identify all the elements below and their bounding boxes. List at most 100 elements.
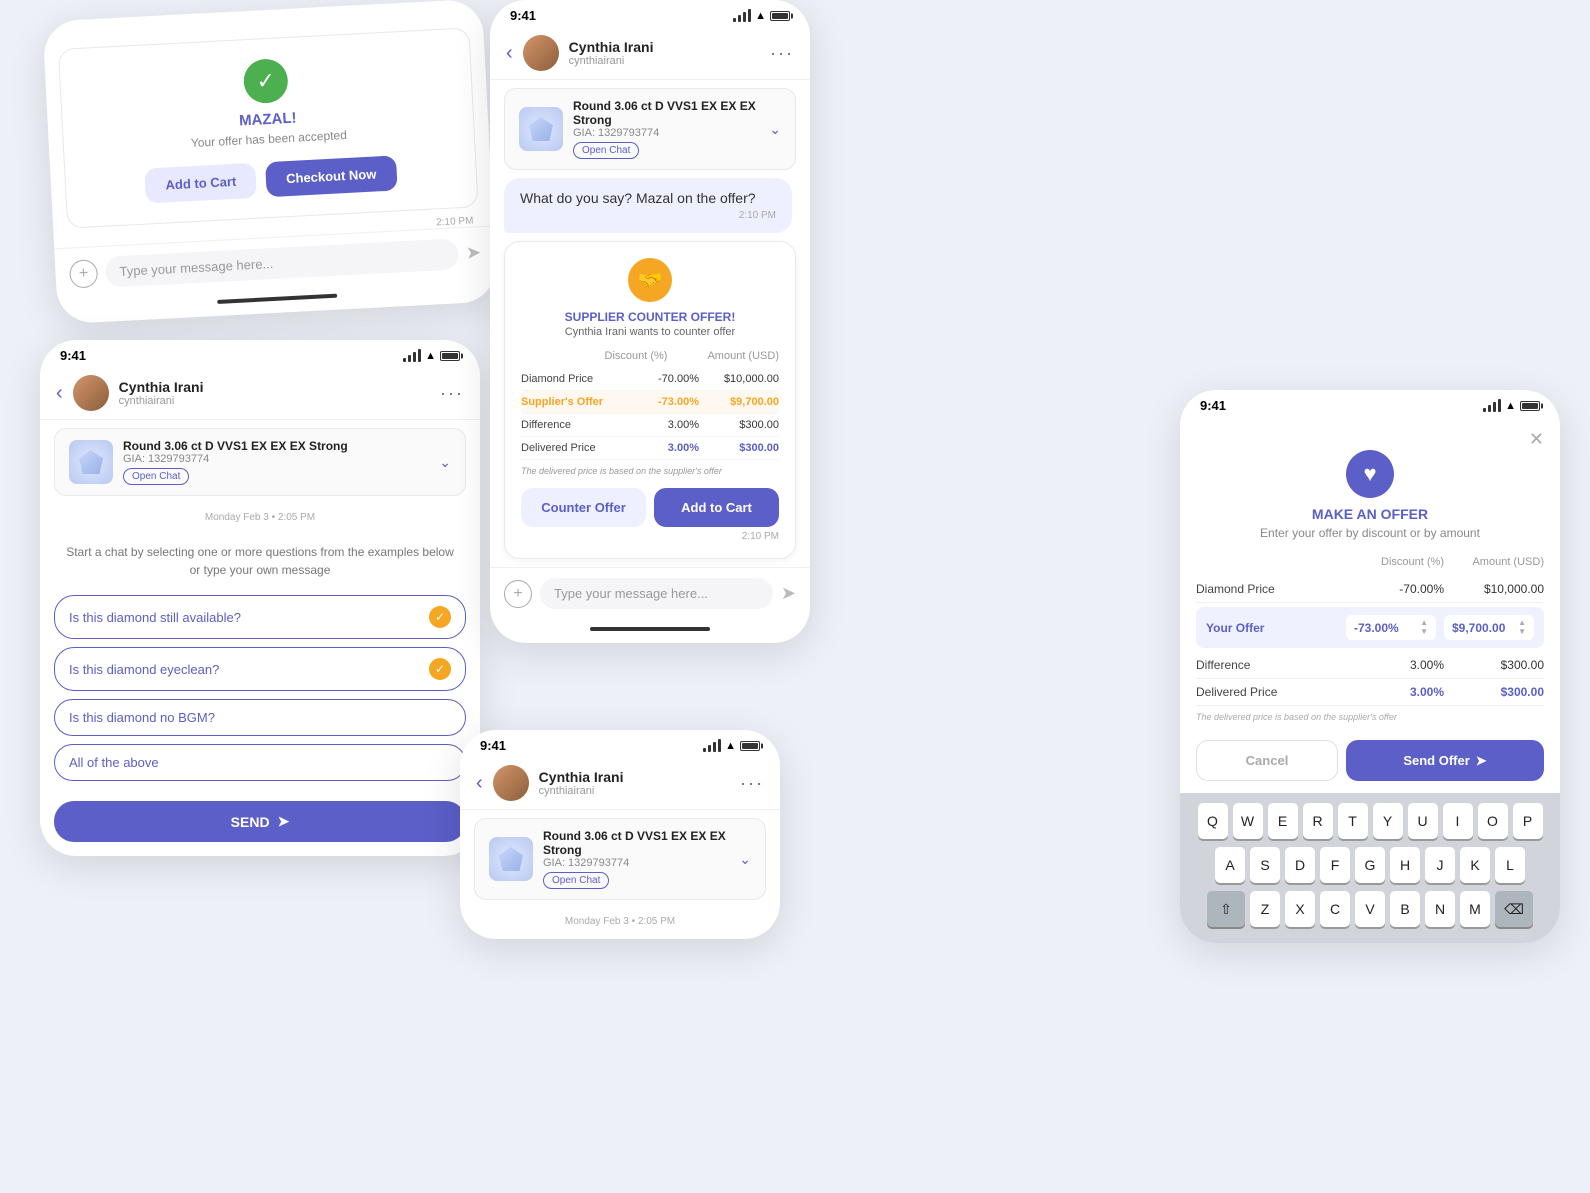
more-button[interactable]: ··· [440,383,464,404]
key-t[interactable]: T [1338,803,1368,839]
key-s[interactable]: S [1250,847,1280,883]
key-d[interactable]: D [1285,847,1315,883]
key-p[interactable]: P [1513,803,1543,839]
key-n[interactable]: N [1425,891,1455,927]
key-g[interactable]: G [1355,847,1385,883]
nav-bar: ‹ Cynthia Irani cynthiairani ··· [490,27,810,80]
key-f[interactable]: F [1320,847,1350,883]
key-v[interactable]: V [1355,891,1385,927]
product-info: Round 3.06 ct D VVS1 EX EX EX Strong GIA… [573,99,769,159]
status-time: 9:41 [510,8,536,23]
row-discount-1: -70.00% [629,373,699,385]
spinner-down-icon[interactable]: ▼ [1518,628,1526,636]
key-r[interactable]: R [1303,803,1333,839]
offer-title: SUPPLIER COUNTER OFFER! [521,310,779,324]
send-button[interactable]: SEND ➤ [54,801,466,842]
offer-modal-icon: ♥ [1346,450,1394,498]
back-button[interactable]: ‹ [476,772,483,795]
amount-input[interactable]: $9,700.00 ▲ ▼ [1444,615,1534,640]
close-button[interactable]: ✕ [1529,429,1544,450]
header-amount: Amount (USD) [707,350,779,362]
key-e[interactable]: E [1268,803,1298,839]
modal-subtitle: Enter your offer by discount or by amoun… [1180,526,1560,540]
send-offer-button[interactable]: Send Offer ➤ [1346,740,1544,781]
counter-offer-button[interactable]: Counter Offer [521,488,646,527]
table-header: Discount (%) Amount (USD) [521,350,779,362]
key-m[interactable]: M [1460,891,1490,927]
spinner-up-icon[interactable]: ▲ [1420,619,1428,627]
key-l[interactable]: L [1495,847,1525,883]
diamond-icon [79,450,103,474]
question-item-2[interactable]: Is this diamond eyeclean? ✓ [54,647,466,691]
phone-success: ✓ MAZAL! Your offer has been accepted Ad… [42,0,497,324]
shift-key[interactable]: ⇧ [1207,891,1245,927]
key-b[interactable]: B [1390,891,1420,927]
table-row-delivered: Delivered Price 3.00% $300.00 [1196,679,1544,706]
add-to-cart-button[interactable]: Add to Cart [145,163,257,204]
diamond-icon [499,847,523,871]
question-item-1[interactable]: Is this diamond still available? ✓ [54,595,466,639]
discount-spinner[interactable]: ▲ ▼ [1420,619,1428,636]
open-chat-button[interactable]: Open Chat [573,142,639,159]
more-button[interactable]: ··· [740,773,764,794]
action-buttons: Counter Offer Add to Cart [521,488,779,527]
product-card[interactable]: Round 3.06 ct D VVS1 EX EX EX Strong GIA… [474,818,766,900]
key-w[interactable]: W [1233,803,1263,839]
key-o[interactable]: O [1478,803,1508,839]
spinner-down-icon[interactable]: ▼ [1420,628,1428,636]
product-card[interactable]: Round 3.06 ct D VVS1 EX EX EX Strong GIA… [504,88,796,170]
checkout-now-button[interactable]: Checkout Now [265,155,397,197]
key-k[interactable]: K [1460,847,1490,883]
row-amount: $300.00 [1444,658,1544,672]
key-z[interactable]: Z [1250,891,1280,927]
key-q[interactable]: Q [1198,803,1228,839]
key-a[interactable]: A [1215,847,1245,883]
key-y[interactable]: Y [1373,803,1403,839]
message-input[interactable]: Type your message here... [105,238,459,287]
row-label-1: Diamond Price [521,373,629,385]
chevron-down-icon[interactable]: ⌄ [739,851,751,868]
modal-actions: Cancel Send Offer ➤ [1180,728,1560,793]
contact-info: Cynthia Irani cynthiairani [539,769,740,797]
status-bar: 9:41 ▲ [40,340,480,367]
add-attachment-button[interactable]: + [69,259,98,288]
key-u[interactable]: U [1408,803,1438,839]
row-discount-3: 3.00% [629,419,699,431]
spinner-up-icon[interactable]: ▲ [1518,619,1526,627]
amount-spinner[interactable]: ▲ ▼ [1518,619,1526,636]
row-discount-2: -73.00% [629,396,699,408]
check-badge-1: ✓ [429,606,451,628]
send-arrow-icon: ➤ [1476,753,1487,769]
back-button[interactable]: ‹ [56,382,63,405]
back-button[interactable]: ‹ [506,42,513,65]
send-icon[interactable]: ➤ [465,242,481,264]
open-chat-button[interactable]: Open Chat [543,872,609,889]
battery-icon [440,351,460,361]
delete-key[interactable]: ⌫ [1495,891,1533,927]
chat-bubble-text: What do you say? Mazal on the offer? [520,190,756,206]
table-row-1: Diamond Price -70.00% $10,000.00 [521,368,779,391]
more-button[interactable]: ··· [770,43,794,64]
product-name: Round 3.06 ct D VVS1 EX EX EX Strong [573,99,769,127]
chevron-down-icon[interactable]: ⌄ [769,121,781,138]
key-c[interactable]: C [1320,891,1350,927]
product-card[interactable]: Round 3.06 ct D VVS1 EX EX EX Strong GIA… [54,428,466,496]
key-i[interactable]: I [1443,803,1473,839]
chevron-down-icon[interactable]: ⌄ [439,454,451,471]
question-item-4[interactable]: All of the above [54,744,466,781]
contact-info: Cynthia Irani cynthiairani [569,39,770,67]
status-bar: 9:41 ▲ [490,0,810,27]
key-h[interactable]: H [1390,847,1420,883]
send-icon[interactable]: ➤ [781,583,796,604]
question-item-3[interactable]: Is this diamond no BGM? [54,699,466,736]
add-to-cart-button[interactable]: Add to Cart [654,488,779,527]
open-chat-button[interactable]: Open Chat [123,468,189,485]
message-input[interactable]: Type your message here... [540,578,773,609]
discount-input[interactable]: -73.00% ▲ ▼ [1346,615,1436,640]
add-attachment-button[interactable]: + [504,580,532,608]
key-x[interactable]: X [1285,891,1315,927]
nav-bar: ‹ Cynthia Irani cynthiairani ··· [40,367,480,420]
key-j[interactable]: J [1425,847,1455,883]
row-label-4: Delivered Price [521,442,629,454]
cancel-button[interactable]: Cancel [1196,740,1338,781]
